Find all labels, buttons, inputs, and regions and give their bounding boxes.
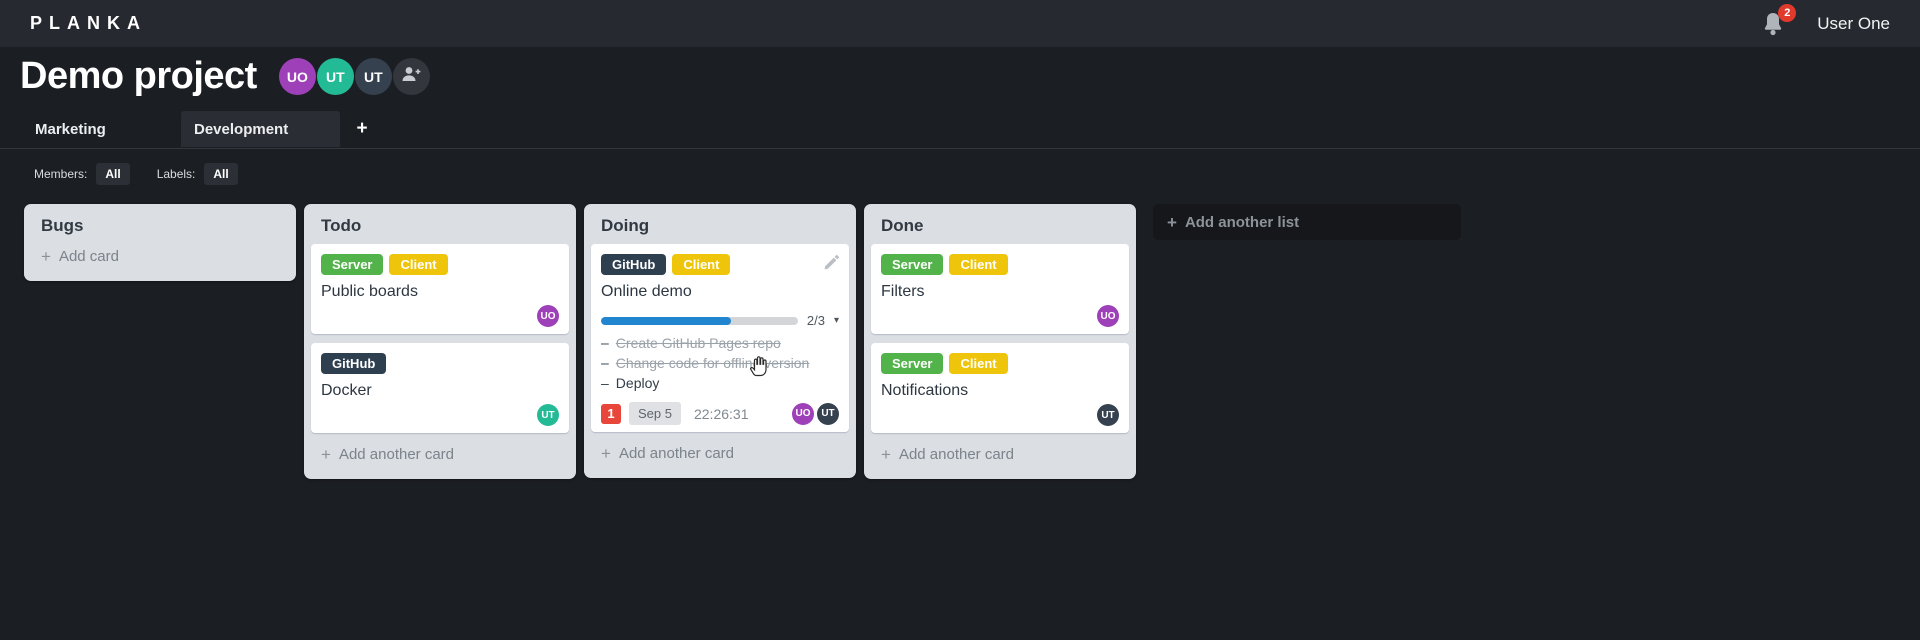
label-server[interactable]: Server xyxy=(321,254,384,275)
add-card-label: Add another card xyxy=(898,446,1015,463)
project-title[interactable]: Demo project xyxy=(20,55,257,98)
tab-marketing[interactable]: Marketing xyxy=(22,111,181,147)
members-filter-label: Members: xyxy=(34,167,88,181)
add-list-button[interactable]: + Add another list xyxy=(1153,204,1461,240)
timer-badge[interactable]: 22:26:31 xyxy=(694,406,749,422)
avatar[interactable]: UO xyxy=(537,305,559,327)
card-title: Filters xyxy=(881,283,925,300)
plus-icon: + xyxy=(1167,212,1177,232)
list-doing: Doing GitHub Client Online demo 2/3 ▾ – … xyxy=(584,204,856,478)
list-bugs: Bugs + Add card xyxy=(24,204,296,281)
task-item[interactable]: – Change code for offline version xyxy=(601,355,839,371)
avatar[interactable]: UT xyxy=(537,404,559,426)
task-item[interactable]: – Deploy xyxy=(601,375,839,391)
top-bar: PLANKA 2 User One xyxy=(0,0,1920,47)
card-title: Docker xyxy=(321,382,372,399)
tasks-progress: 2/3 ▾ xyxy=(601,313,839,328)
plus-icon: + xyxy=(356,118,368,139)
planka-app: PLANKA 2 User One Demo project UO UT UT xyxy=(0,0,1920,640)
chevron-down-icon[interactable]: ▾ xyxy=(834,315,839,326)
tabs-divider xyxy=(0,148,1920,149)
label-client[interactable]: Client xyxy=(389,254,448,275)
card-filters[interactable]: Server Client Filters UO xyxy=(871,244,1129,334)
add-card-button[interactable]: + Add another card xyxy=(584,441,856,476)
add-card-label: Add another card xyxy=(618,445,735,462)
avatar[interactable]: UT xyxy=(354,58,392,95)
label-server[interactable]: Server xyxy=(881,353,944,374)
list-name[interactable]: Bugs xyxy=(24,204,296,244)
card-title: Online demo xyxy=(601,283,692,300)
labels-filter-value[interactable]: All xyxy=(204,163,238,185)
label-client[interactable]: Client xyxy=(949,353,1008,374)
notification-count-badge: 2 xyxy=(1778,3,1797,22)
add-card-button[interactable]: + Add another card xyxy=(304,442,576,477)
project-header: Demo project UO UT UT Marketing Developm… xyxy=(0,47,1920,185)
add-card-button[interactable]: + Add another card xyxy=(864,442,1136,477)
task-text: Change code for offline version xyxy=(615,355,810,371)
add-card-label: Add another card xyxy=(338,446,455,463)
labels-filter-label: Labels: xyxy=(156,167,196,181)
card-online-demo[interactable]: GitHub Client Online demo 2/3 ▾ – Create… xyxy=(591,244,849,432)
label-github[interactable]: GitHub xyxy=(321,353,387,374)
members-filter-value[interactable]: All xyxy=(96,163,130,185)
notification-count-badge: 1 xyxy=(601,403,621,424)
board: Bugs + Add card Todo Server Client Publi… xyxy=(24,204,1461,479)
planka-logo[interactable]: PLANKA xyxy=(30,13,147,34)
plus-icon: + xyxy=(321,445,331,464)
due-date-badge[interactable]: Sep 5 xyxy=(629,402,681,425)
plus-icon: + xyxy=(41,247,51,266)
progress-count: 2/3 xyxy=(806,313,825,328)
add-member-button[interactable] xyxy=(392,58,430,95)
dash-bullet: – xyxy=(601,375,609,391)
list-name[interactable]: Doing xyxy=(584,204,856,244)
label-client[interactable]: Client xyxy=(949,254,1008,275)
avatar[interactable]: UT xyxy=(316,58,354,95)
board-tabs: Marketing Development + xyxy=(22,111,1920,147)
task-item[interactable]: – Create GitHub Pages repo xyxy=(601,335,839,351)
add-card-label: Add card xyxy=(58,248,119,265)
add-board-button[interactable]: + xyxy=(340,111,384,147)
pencil-icon xyxy=(824,254,840,274)
label-server[interactable]: Server xyxy=(881,254,944,275)
add-list-label: Add another list xyxy=(1184,213,1300,231)
person-add-icon xyxy=(401,66,421,87)
list-name[interactable]: Done xyxy=(864,204,1136,244)
avatar[interactable]: UO xyxy=(1097,305,1119,327)
dash-bullet: – xyxy=(601,355,609,371)
avatar[interactable]: UT xyxy=(1097,404,1119,426)
progress-fill xyxy=(601,316,731,325)
list-todo: Todo Server Client Public boards UO GitH… xyxy=(304,204,576,479)
avatar[interactable]: UO xyxy=(278,58,316,95)
plus-icon: + xyxy=(601,444,611,463)
card-title: Public boards xyxy=(321,283,418,300)
topbar-right: 2 User One xyxy=(1761,3,1890,37)
label-client[interactable]: Client xyxy=(672,254,731,275)
progress-bar xyxy=(601,316,798,325)
list-done: Done Server Client Filters UO Server Cli… xyxy=(864,204,1136,479)
notifications-button[interactable]: 2 xyxy=(1761,3,1797,37)
filter-bar: Members: All Labels: All xyxy=(34,163,1920,185)
dash-bullet: – xyxy=(601,335,609,351)
avatar[interactable]: UO xyxy=(792,402,814,425)
user-menu[interactable]: User One xyxy=(1817,14,1890,34)
task-text: Create GitHub Pages repo xyxy=(615,335,781,351)
edit-card-button[interactable] xyxy=(824,254,840,275)
card-badges: 1 Sep 5 22:26:31 UO UT xyxy=(601,402,839,425)
card-title: Notifications xyxy=(881,382,969,399)
card-public-boards[interactable]: Server Client Public boards UO xyxy=(311,244,569,334)
label-github[interactable]: GitHub xyxy=(601,254,667,275)
task-text: Deploy xyxy=(615,375,660,391)
plus-icon: + xyxy=(881,445,891,464)
avatar[interactable]: UT xyxy=(817,402,839,425)
list-name[interactable]: Todo xyxy=(304,204,576,244)
card-notifications[interactable]: Server Client Notifications UT xyxy=(871,343,1129,433)
add-card-button[interactable]: + Add card xyxy=(24,244,296,279)
card-docker[interactable]: GitHub Docker UT xyxy=(311,343,569,433)
tab-development[interactable]: Development xyxy=(181,111,340,147)
project-members: UO UT UT xyxy=(278,58,430,95)
